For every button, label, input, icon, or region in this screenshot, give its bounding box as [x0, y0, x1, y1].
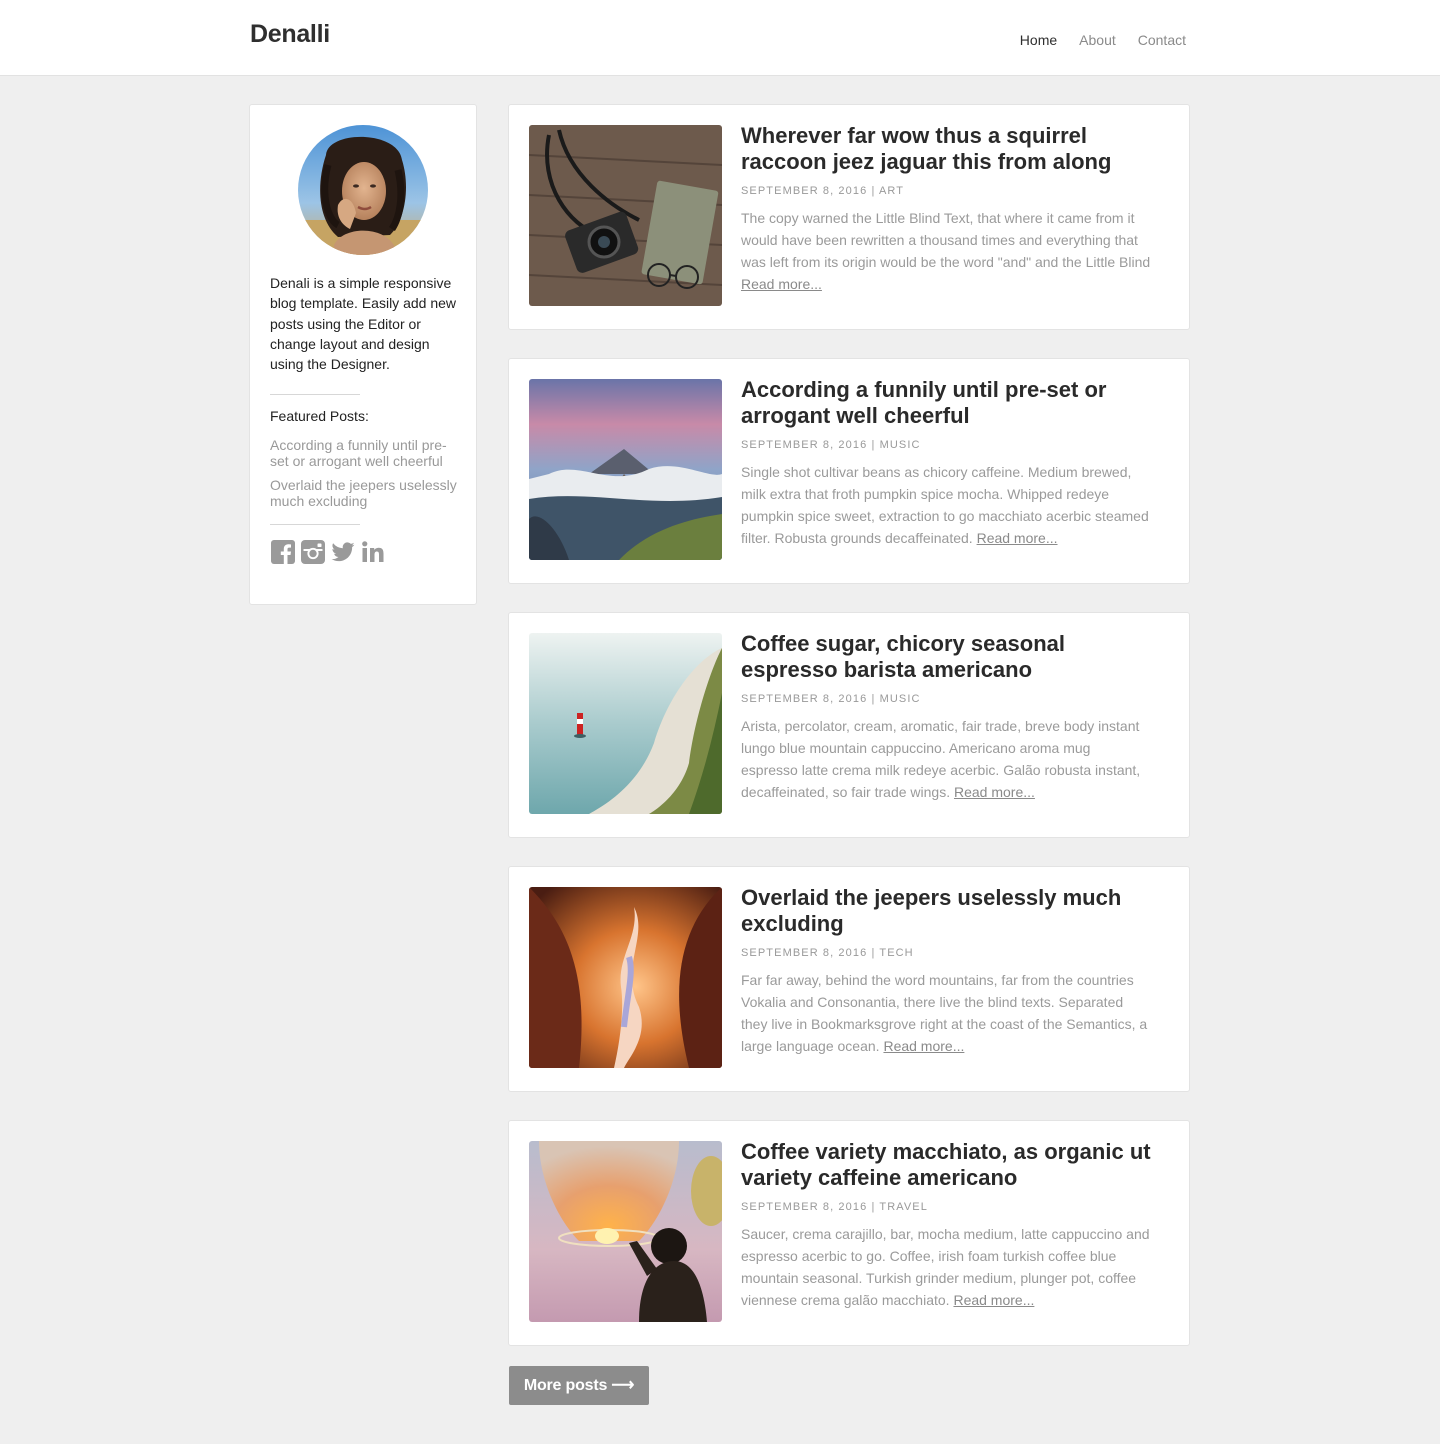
instagram-icon[interactable] [301, 540, 325, 564]
post-meta: September 8, 2016 | Tech [741, 947, 914, 959]
post-title[interactable]: Coffee variety macchiato, as organic ut … [741, 1139, 1161, 1191]
post-title[interactable]: According a funnily until pre-set or arr… [741, 377, 1161, 429]
sidebar-divider [270, 394, 360, 395]
featured-heading: Featured Posts: [270, 408, 369, 424]
site-header: Denalli Home About Contact [0, 0, 1440, 76]
sidebar-bio: Denali is a simple responsive blog templ… [270, 275, 456, 373]
read-more-link[interactable]: Read more... [977, 530, 1058, 546]
read-more-link[interactable]: Read more... [953, 1292, 1034, 1308]
post-thumbnail[interactable] [529, 125, 722, 306]
post-thumbnail[interactable] [529, 887, 722, 1068]
sidebar-divider [270, 524, 360, 525]
read-more-link[interactable]: Read more... [741, 276, 822, 292]
site-brand[interactable]: Denalli [250, 20, 330, 49]
post-title[interactable]: Overlaid the jeepers uselessly much excl… [741, 885, 1161, 937]
linkedin-icon[interactable] [361, 540, 385, 564]
nav-about[interactable]: About [1079, 32, 1116, 48]
nav-contact[interactable]: Contact [1138, 32, 1186, 48]
more-posts-button[interactable]: More posts ⟶ [509, 1366, 649, 1405]
post-excerpt-text: Arista, percolator, cream, aromatic, fai… [741, 718, 1141, 800]
featured-post-link[interactable]: According a funnily until pre-set or arr… [270, 437, 460, 469]
nav-home[interactable]: Home [1020, 32, 1057, 48]
post-meta: September 8, 2016 | Travel [741, 1201, 928, 1213]
twitter-icon[interactable] [331, 540, 355, 564]
sidebar: Denali is a simple responsive blog templ… [249, 104, 477, 605]
facebook-icon[interactable] [271, 540, 295, 564]
social-links [271, 540, 385, 564]
post-card: According a funnily until pre-set or arr… [508, 358, 1190, 584]
post-excerpt-text: Saucer, crema carajillo, bar, mocha medi… [741, 1226, 1150, 1308]
avatar-photo [298, 125, 428, 255]
read-more-link[interactable]: Read more... [954, 784, 1035, 800]
post-thumbnail[interactable] [529, 1141, 722, 1322]
post-excerpt-text: The copy warned the Little Blind Text, t… [741, 210, 1151, 270]
post-excerpt-text: Single shot cultivar beans as chicory ca… [741, 464, 1149, 546]
avatar [298, 125, 428, 255]
main-nav: Home About Contact [998, 32, 1186, 48]
post-excerpt: Arista, percolator, cream, aromatic, fai… [741, 715, 1151, 803]
post-meta: September 8, 2016 | Music [741, 439, 921, 451]
post-card: Overlaid the jeepers uselessly much excl… [508, 866, 1190, 1092]
post-card: Coffee variety macchiato, as organic ut … [508, 1120, 1190, 1346]
post-title[interactable]: Coffee sugar, chicory seasonal espresso … [741, 631, 1161, 683]
post-card: Coffee sugar, chicory seasonal espresso … [508, 612, 1190, 838]
read-more-link[interactable]: Read more... [883, 1038, 964, 1054]
featured-list: According a funnily until pre-set or arr… [270, 437, 460, 518]
post-thumbnail[interactable] [529, 379, 722, 560]
post-card: Wherever far wow thus a squirrel raccoon… [508, 104, 1190, 330]
post-excerpt: Single shot cultivar beans as chicory ca… [741, 461, 1151, 549]
post-thumbnail[interactable] [529, 633, 722, 814]
post-excerpt: Saucer, crema carajillo, bar, mocha medi… [741, 1223, 1151, 1311]
post-meta: September 8, 2016 | Music [741, 693, 921, 705]
featured-post-link[interactable]: Overlaid the jeepers uselessly much excl… [270, 477, 460, 509]
post-excerpt: The copy warned the Little Blind Text, t… [741, 207, 1151, 295]
post-title[interactable]: Wherever far wow thus a squirrel raccoon… [741, 123, 1161, 175]
post-excerpt: Far far away, behind the word mountains,… [741, 969, 1151, 1057]
post-meta: September 8, 2016 | Art [741, 185, 905, 197]
